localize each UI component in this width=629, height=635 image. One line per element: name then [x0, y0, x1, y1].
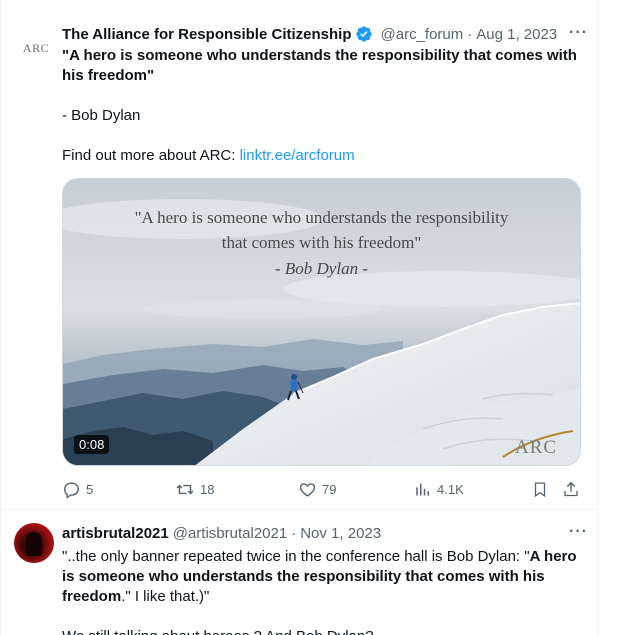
avatar[interactable] [14, 523, 54, 563]
tweet-header: artisbrutal2021 @artisbrutal2021 · Nov 1… [62, 523, 592, 543]
share-icon [564, 481, 578, 496]
tweet-arc-forum[interactable]: ARC The Alliance for Responsible Citizen… [1, 0, 597, 510]
repost-icon [176, 484, 194, 494]
repost-count: 18 [200, 481, 215, 497]
tweet-text-part-1: "..the only banner repeated twice in the… [62, 548, 530, 565]
analytics-icon [416, 483, 429, 495]
handle[interactable]: @artisbrutal2021 [173, 525, 287, 542]
reply-icon [64, 481, 79, 499]
more-options-icon[interactable]: ··· [569, 523, 588, 541]
view-count: 4.1K [437, 481, 464, 497]
external-link[interactable]: linktr.ee/arcforum [240, 147, 355, 164]
handle[interactable]: @arc_forum [381, 26, 464, 43]
share-button[interactable] [562, 478, 580, 500]
views-button[interactable]: 4.1K [414, 478, 464, 500]
timestamp[interactable]: Nov 1, 2023 [300, 525, 381, 542]
display-name[interactable]: artisbrutal2021 [62, 525, 169, 542]
reply-button[interactable]: 5 [62, 478, 93, 500]
video-quote-line-1: "A hero is someone who understands the r… [134, 208, 509, 227]
tweet-artisbrutal[interactable]: artisbrutal2021 @artisbrutal2021 · Nov 1… [1, 510, 597, 635]
like-button[interactable]: 79 [298, 478, 336, 500]
separator-dot: · [291, 524, 297, 542]
separator-dot: · [467, 25, 473, 43]
display-name[interactable]: The Alliance for Responsible Citizenship [62, 26, 352, 43]
repost-button[interactable]: 18 [175, 478, 214, 500]
tweet-text-part-2: ." I like that.)" [121, 588, 210, 605]
tweet-text-quote: "A hero is someone who understands the r… [62, 47, 577, 84]
like-count: 79 [322, 481, 337, 497]
avatar-figure [26, 532, 42, 556]
video-duration: 0:08 [74, 435, 110, 454]
video-watermark: ARC [515, 437, 558, 458]
tweet-text-author: - Bob Dylan [62, 107, 141, 124]
bookmark-button[interactable] [531, 478, 549, 500]
timestamp[interactable]: Aug 1, 2023 [476, 26, 557, 43]
bookmark-icon [534, 481, 546, 497]
scroll-gutter [598, 0, 629, 635]
verified-badge-icon [355, 26, 372, 42]
video-quote-line-2: that comes with his freedom" [221, 233, 422, 252]
tweet-text-more-prefix: Find out more about ARC: [62, 147, 240, 164]
video-player[interactable]: "A hero is someone who understands the r… [62, 178, 581, 466]
heart-icon [299, 482, 316, 497]
tweet-header: The Alliance for Responsible Citizenship… [62, 24, 592, 44]
more-options-icon[interactable]: ··· [569, 24, 588, 42]
tweet-actions: 5 18 79 4.1K [62, 478, 587, 500]
reply-count: 5 [86, 481, 94, 497]
tweet-text: "..the only banner repeated twice in the… [62, 547, 584, 607]
avatar-logo-text: ARC [22, 40, 50, 55]
tweet-text-cut: We still talking about heroes ? And Bob … [62, 627, 584, 635]
tweet-text-more: Find out more about ARC: linktr.ee/arcfo… [62, 146, 584, 166]
avatar[interactable]: ARC [16, 28, 56, 68]
video-quote-author: - Bob Dylan - [274, 259, 368, 278]
